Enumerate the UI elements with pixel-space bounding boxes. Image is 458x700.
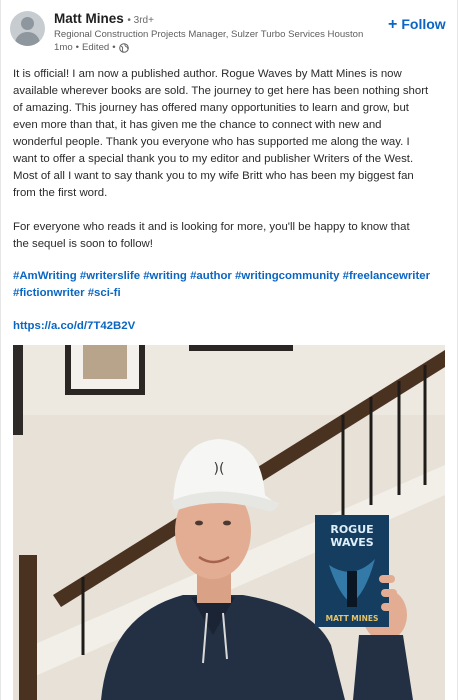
author-name-row: Matt Mines • 3rd+ xyxy=(54,11,154,26)
picture-frame-top xyxy=(189,345,293,351)
avatar-head xyxy=(21,17,34,30)
post-meta: 1mo • Edited • xyxy=(54,42,129,53)
author-name[interactable]: Matt Mines xyxy=(54,11,124,26)
author-avatar[interactable] xyxy=(10,11,45,46)
hashtag-link[interactable]: #sci-fi xyxy=(88,287,121,299)
finger xyxy=(381,603,397,611)
cap-logo: )( xyxy=(214,461,225,477)
book-figure xyxy=(347,571,357,607)
sleeve xyxy=(353,635,413,700)
hashtag-link[interactable]: #fictionwriter xyxy=(13,287,85,299)
avatar-body xyxy=(15,32,40,46)
edited-label: Edited xyxy=(82,42,110,53)
door-frame xyxy=(13,345,23,435)
finger xyxy=(381,589,397,597)
post-card: Matt Mines • 3rd+ Regional Construction … xyxy=(0,0,458,700)
hashtag-link[interactable]: #author xyxy=(190,270,232,282)
hashtag-link[interactable]: #writing xyxy=(143,270,187,282)
hashtag-link[interactable]: #AmWriting xyxy=(13,270,77,282)
hashtag-link[interactable]: #freelancewriter xyxy=(343,270,430,282)
hashtag-link[interactable]: #writingcommunity xyxy=(235,270,339,282)
follow-label: Follow xyxy=(401,16,446,32)
plus-icon: + xyxy=(388,16,398,33)
book-author: MATT MINES xyxy=(326,614,379,623)
post-paragraph: It is official! I am now a published aut… xyxy=(13,68,429,199)
post-link[interactable]: https://a.co/d/7T42B2V xyxy=(13,320,135,332)
meta-separator: • xyxy=(75,42,80,53)
left-eye xyxy=(195,520,203,526)
author-with-book-photo: )( ROGUE WAVES MATT MINES xyxy=(13,345,445,700)
post-body: It is official! I am now a published aut… xyxy=(13,66,453,270)
right-eye xyxy=(223,520,231,526)
book-title-line1: ROGUE xyxy=(330,523,373,536)
globe-icon xyxy=(118,42,129,53)
post-time: 1mo xyxy=(54,42,73,53)
hashtag-link[interactable]: #writerslife xyxy=(80,270,140,282)
meta-separator: • xyxy=(112,42,116,53)
follow-button[interactable]: + Follow xyxy=(388,16,446,34)
finger xyxy=(379,575,395,583)
post-paragraph: For everyone who reads it and is looking… xyxy=(13,221,410,250)
newel-post xyxy=(19,555,37,700)
connection-degree: • 3rd+ xyxy=(127,15,154,26)
author-headline: Regional Construction Projects Manager, … xyxy=(54,29,364,40)
hashtag-list: #AmWriting #writerslife #writing #author… xyxy=(13,268,453,302)
picture-photo xyxy=(83,345,127,379)
book-title-line2: WAVES xyxy=(330,536,373,549)
post-photo[interactable]: )( ROGUE WAVES MATT MINES xyxy=(13,345,445,700)
